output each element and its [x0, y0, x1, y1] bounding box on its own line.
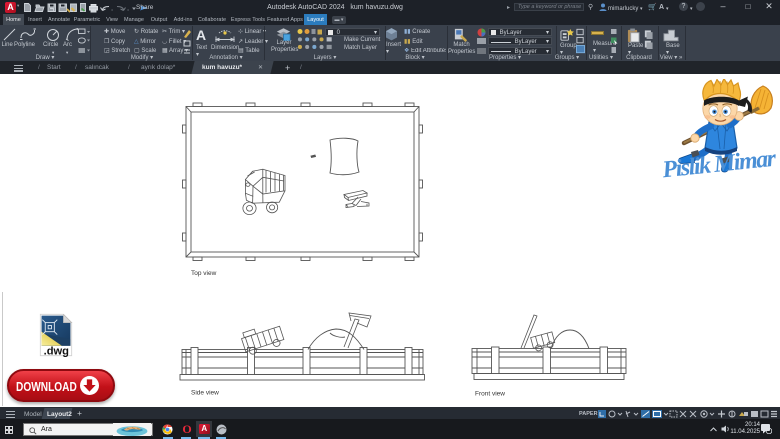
svg-text:Pislik Mimar: Pislik Mimar: [660, 146, 778, 184]
svg-text:Front view: Front view: [475, 391, 505, 398]
svg-text:Side view: Side view: [191, 390, 219, 397]
svg-text:Top view: Top view: [191, 270, 217, 277]
svg-text:.dwg: .dwg: [44, 345, 70, 357]
